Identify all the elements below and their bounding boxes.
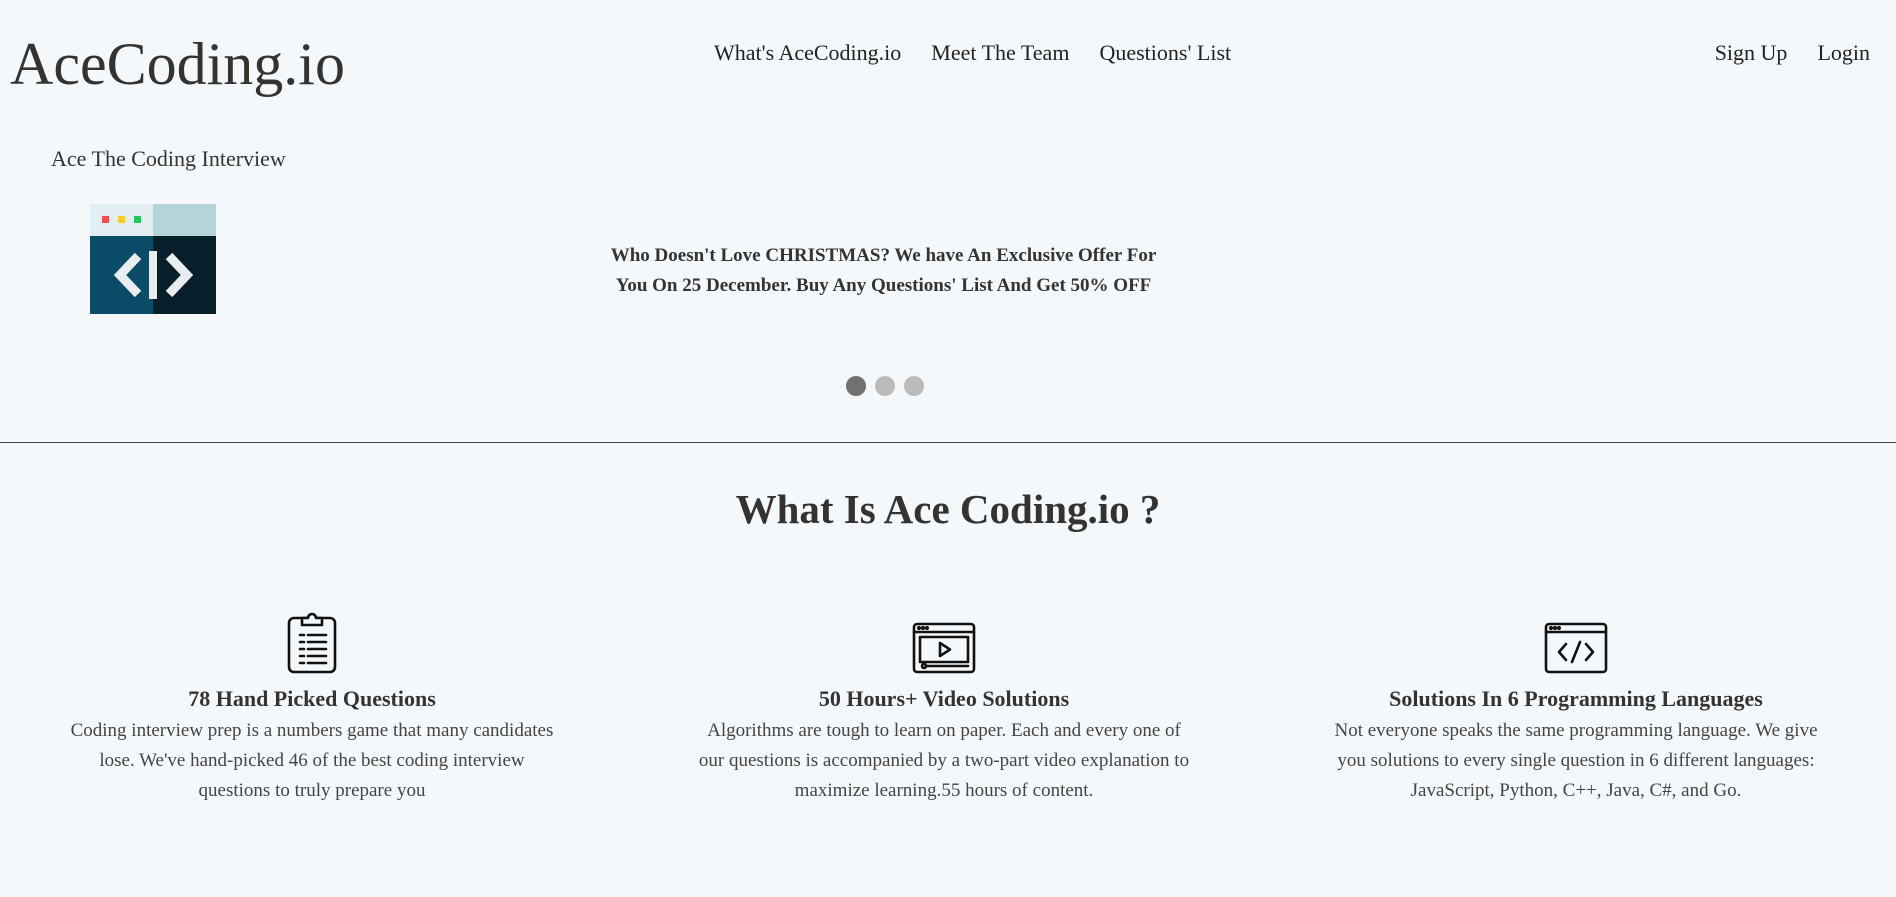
- carousel-dot-3[interactable]: [904, 376, 924, 396]
- clipboard-list-icon: [62, 610, 562, 674]
- feature-description: Algorithms are tough to learn on paper. …: [698, 720, 1190, 801]
- feature-card: 78 Hand Picked Questions Coding intervie…: [62, 610, 562, 801]
- feature-card: 50 Hours+ Video Solutions Algorithms are…: [694, 610, 1194, 801]
- video-player-icon: [694, 610, 1194, 674]
- main-nav: What's AceCoding.io Meet The Team Questi…: [714, 40, 1231, 66]
- carousel-dot-2[interactable]: [875, 376, 895, 396]
- nav-link-meet-the-team[interactable]: Meet The Team: [931, 40, 1069, 66]
- feature-description: Not everyone speaks the same programming…: [1334, 720, 1818, 801]
- section-title: What Is Ace Coding.io ?: [735, 486, 1161, 532]
- carousel-slide-text: Who Doesn't Love CHRISTMAS? We have An E…: [610, 245, 1157, 296]
- site-logo[interactable]: AceCoding.io: [10, 34, 345, 94]
- feature-card: Solutions In 6 Programming Languages Not…: [1326, 610, 1826, 801]
- carousel-dots: [846, 376, 924, 396]
- carousel-dot-1[interactable]: [846, 376, 866, 396]
- sign-up-link[interactable]: Sign Up: [1715, 40, 1788, 66]
- nav-link-whats-acecoding[interactable]: What's AceCoding.io: [714, 40, 901, 66]
- hero-tagline: Ace The Coding Interview: [51, 146, 286, 171]
- login-link[interactable]: Login: [1817, 40, 1870, 66]
- section-divider: [0, 442, 1896, 443]
- feature-title: 50 Hours+ Video Solutions: [818, 686, 1070, 711]
- auth-nav: Sign Up Login: [1715, 40, 1870, 66]
- code-window-icon: [90, 204, 216, 319]
- nav-link-questions-list[interactable]: Questions' List: [1099, 40, 1231, 66]
- feature-description: Coding interview prep is a numbers game …: [70, 720, 554, 801]
- feature-title: Solutions In 6 Programming Languages: [1389, 686, 1763, 711]
- feature-title: 78 Hand Picked Questions: [188, 686, 436, 711]
- code-browser-icon: [1326, 610, 1826, 674]
